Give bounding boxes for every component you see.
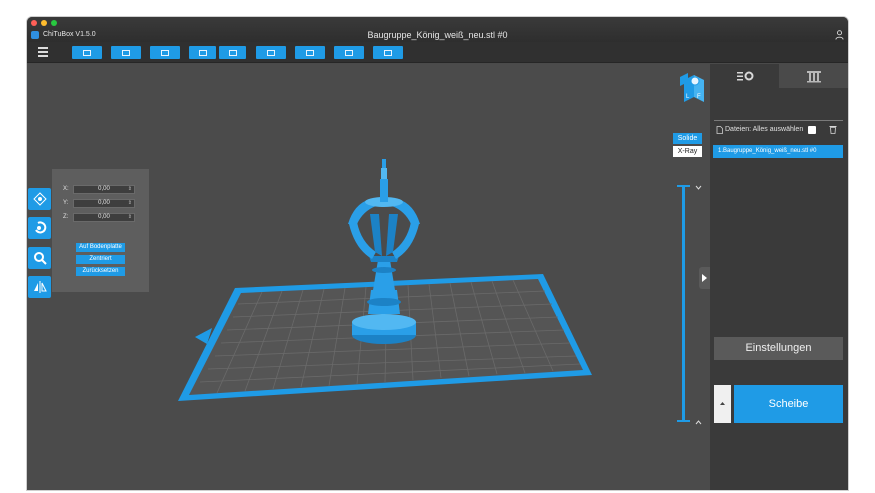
orientation-cube[interactable]: L F — [680, 73, 704, 102]
select-all-checkbox[interactable] — [808, 126, 816, 134]
solid-view-button[interactable]: Solide — [673, 133, 702, 144]
title-bar: ChiTuBox V1.5.0 Baugruppe_König_weiß_neu… — [27, 17, 848, 42]
move-icon — [32, 192, 47, 206]
view-icon — [267, 49, 275, 56]
layer-slider[interactable] — [682, 185, 685, 421]
main-toolbar — [27, 42, 848, 63]
app-window: ChiTuBox V1.5.0 Baugruppe_König_weiß_neu… — [27, 17, 848, 490]
export-button[interactable] — [219, 46, 246, 59]
document-title: Baugruppe_König_weiß_neu.stl #0 — [367, 30, 508, 40]
files-select-all-label: Dateien: Alles auswählen — [725, 126, 804, 133]
file-list-item[interactable]: 1.Baugruppe_König_weiß_neu.stl #0 — [713, 145, 843, 158]
arrange-button[interactable] — [295, 46, 325, 59]
z-value: 0,00 — [98, 214, 110, 220]
right-panel: Dateien: Alles auswählen 1.Baugruppe_Kön… — [710, 64, 848, 490]
window-icon — [122, 49, 130, 56]
z-input[interactable]: 0,00 ⇕ — [73, 213, 135, 222]
select-all-button[interactable] — [150, 46, 180, 59]
rotate-tool-button[interactable] — [28, 217, 51, 239]
svg-text:F: F — [697, 94, 701, 100]
window-button[interactable] — [111, 46, 141, 59]
close-window-button[interactable] — [31, 20, 37, 26]
minimize-window-button[interactable] — [41, 20, 47, 26]
file-icon — [716, 126, 723, 134]
y-label: Y: — [63, 200, 69, 206]
y-value: 0,00 — [98, 200, 110, 206]
xray-view-button[interactable]: X-Ray — [673, 146, 702, 157]
slice-button[interactable]: Scheibe — [734, 385, 843, 423]
tab-underline — [714, 120, 843, 121]
view-button[interactable] — [256, 46, 286, 59]
x-value: 0,00 — [98, 186, 110, 192]
tab-machine[interactable] — [779, 64, 848, 88]
select-all-icon — [161, 49, 169, 56]
layer-slider-bottom-handle[interactable] — [677, 420, 690, 422]
move-parameters-panel: X: 0,00 ⇕ Y: 0,00 ⇕ Z: 0,00 ⇕ Auf Bodenplat… — [52, 169, 149, 292]
hollow-button[interactable] — [373, 46, 403, 59]
x-input[interactable]: 0,00 ⇕ — [73, 185, 135, 194]
support-button[interactable] — [334, 46, 364, 59]
import-button[interactable] — [189, 46, 216, 59]
x-label: X: — [63, 186, 69, 192]
trash-icon[interactable] — [829, 125, 837, 134]
y-spinner-icon[interactable]: ⇕ — [128, 200, 132, 207]
hamburger-menu-icon[interactable] — [38, 47, 48, 57]
printer-icon — [806, 70, 821, 82]
support-icon — [345, 49, 353, 56]
settings-button[interactable]: Einstellungen — [714, 337, 843, 360]
triangle-up-icon — [720, 402, 725, 405]
settings-icon — [736, 71, 753, 81]
3d-viewport[interactable]: L F X: 0,00 ⇕ Y: 0,00 ⇕ Z: 0,00 ⇕ Auf Bo… — [27, 64, 710, 490]
rotate-icon — [34, 221, 46, 234]
scale-tool-button[interactable] — [28, 247, 51, 269]
chevron-up-icon[interactable] — [695, 419, 702, 426]
collapse-panel-button[interactable] — [699, 267, 710, 289]
mirror-icon — [33, 281, 47, 293]
import-icon — [198, 49, 207, 56]
z-spinner-icon[interactable]: ⇕ — [128, 214, 132, 221]
chevron-right-icon — [702, 274, 707, 282]
move-tool-button[interactable] — [28, 188, 51, 210]
export-icon — [228, 49, 237, 56]
chevron-down-icon[interactable] — [695, 184, 702, 191]
x-spinner-icon[interactable]: ⇕ — [128, 186, 132, 193]
hollow-icon — [384, 49, 392, 56]
y-input[interactable]: 0,00 ⇕ — [73, 199, 135, 208]
open-file-button[interactable] — [72, 46, 102, 59]
tab-settings[interactable] — [710, 64, 779, 88]
open-file-icon — [83, 49, 91, 56]
mirror-tool-button[interactable] — [28, 276, 51, 298]
zoom-window-button[interactable] — [51, 20, 57, 26]
center-button[interactable]: Zentriert — [76, 255, 125, 264]
arrange-icon — [306, 49, 314, 56]
slice-options-button[interactable] — [714, 385, 731, 423]
reset-button[interactable]: Zurücksetzen — [76, 267, 125, 276]
z-label: Z: — [63, 214, 69, 220]
zoom-scale-icon — [33, 252, 47, 265]
place-on-bed-button[interactable]: Auf Bodenplatte — [76, 243, 125, 252]
user-icon[interactable] — [835, 30, 844, 40]
